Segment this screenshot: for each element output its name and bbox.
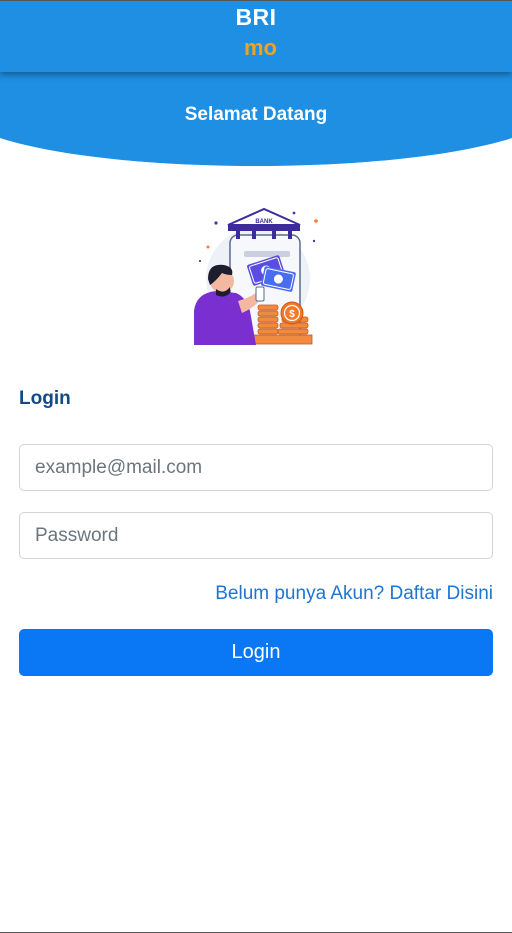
login-heading: Login [19, 388, 71, 409]
bank-atm-illustration-icon: BANK $ [194, 207, 318, 345]
bank-sign: BANK [255, 219, 273, 225]
password-field[interactable] [19, 512, 493, 559]
brand-logo-primary: BRI [235, 4, 277, 30]
brand-logo-secondary: mo [244, 35, 277, 60]
register-link[interactable]: Belum punya Akun? Daftar Disini [215, 583, 493, 605]
welcome-text: Selamat Datang [184, 104, 328, 125]
login-page: BRI mo Selamat Datang BANK $ Login examp… [0, 0, 512, 933]
svg-text:$: $ [289, 309, 295, 320]
login-button[interactable]: Login [19, 629, 493, 676]
email-field[interactable] [19, 444, 493, 491]
app-header: BRI mo [0, 1, 512, 72]
